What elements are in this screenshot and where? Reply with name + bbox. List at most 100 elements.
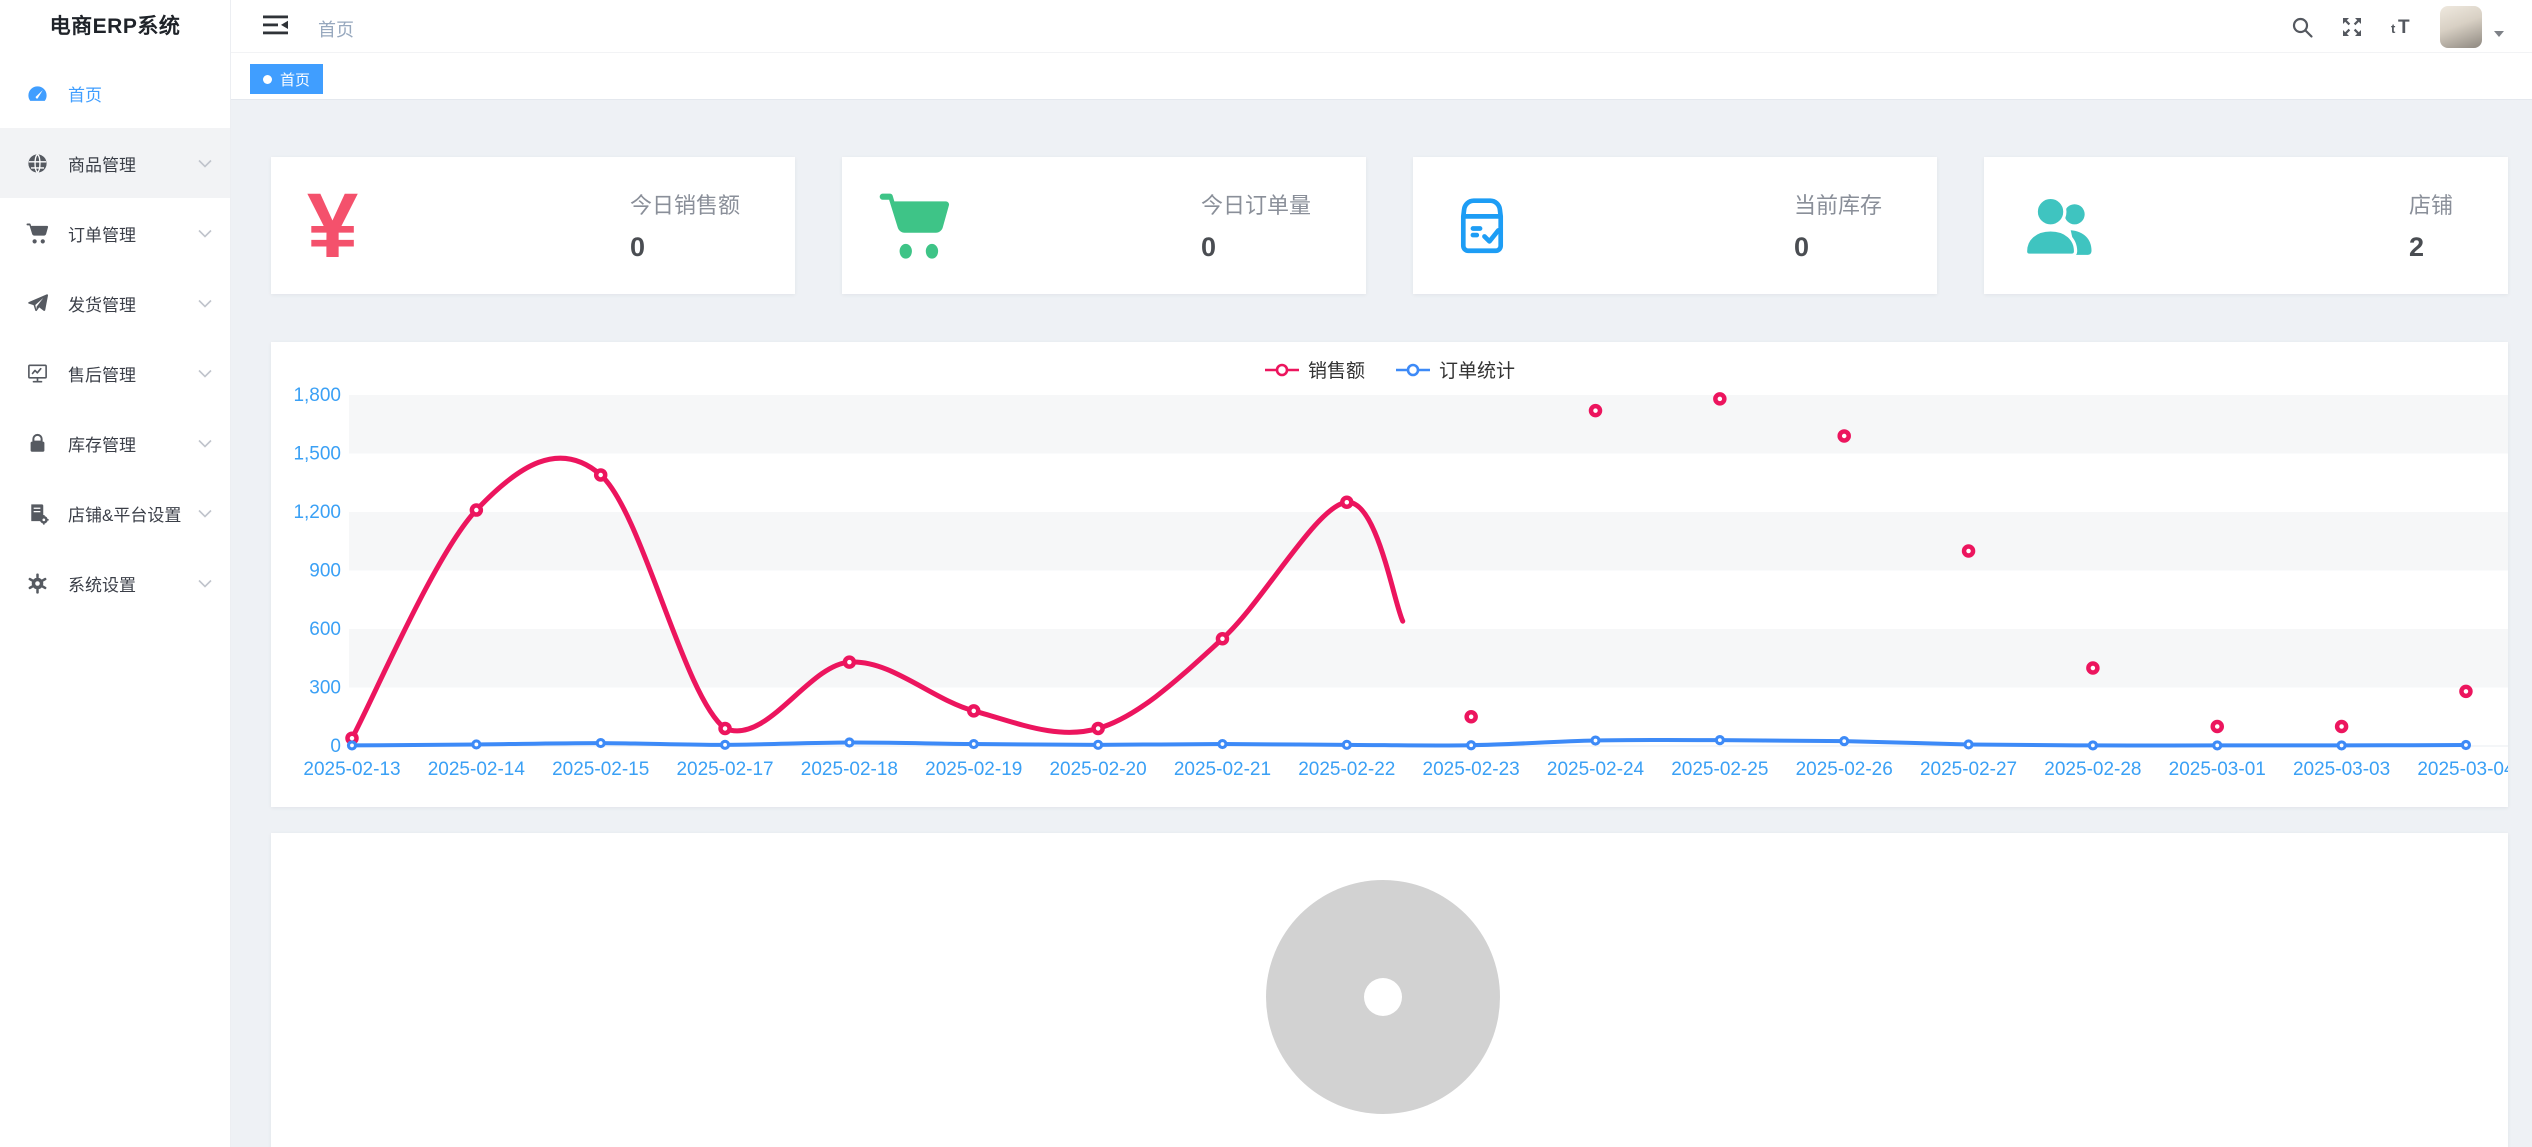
line-chart-card: 销售额 订单统计 03006009001,2001,5001,8002025-0…: [271, 342, 2508, 807]
stat-value: 0: [630, 232, 645, 263]
sidebar-item-label: 售后管理: [68, 361, 136, 386]
svg-text:2025-02-27: 2025-02-27: [1920, 759, 2017, 780]
lock-icon: [26, 432, 49, 455]
stats-row: ¥ 今日销售额 0 今日订单量 0 当前库存 0: [271, 157, 2508, 294]
avatar[interactable]: [2440, 6, 2482, 48]
stat-label: 今日销售额: [630, 188, 740, 220]
header: 首页 tT: [231, 0, 2532, 53]
svg-text:0: 0: [330, 736, 341, 757]
stat-value: 0: [1794, 232, 1809, 263]
svg-text:2025-02-17: 2025-02-17: [676, 759, 773, 780]
legend-item-orders[interactable]: 订单统计: [1395, 356, 1515, 383]
yen-icon: ¥: [307, 180, 407, 272]
dashboard-icon: [26, 82, 49, 105]
chevron-down-icon: [198, 223, 212, 243]
breadcrumb[interactable]: 首页: [318, 16, 354, 42]
chevron-down-icon: [198, 363, 212, 383]
font-size-icon[interactable]: tT: [2390, 15, 2414, 39]
stat-card-inventory: 当前库存 0: [1413, 157, 1937, 294]
svg-text:2025-02-13: 2025-02-13: [303, 759, 400, 780]
sidebar-item-label: 首页: [68, 81, 102, 106]
svg-text:t: t: [2391, 21, 2396, 36]
svg-text:1,800: 1,800: [293, 385, 341, 406]
svg-text:2025-02-15: 2025-02-15: [552, 759, 649, 780]
shop-settings-icon: [26, 502, 49, 525]
chevron-down-icon: [198, 153, 212, 173]
gear-icon: [26, 572, 49, 595]
tab-active-dot: [263, 75, 272, 84]
chevron-down-icon: [198, 293, 212, 313]
svg-text:2025-02-22: 2025-02-22: [1298, 759, 1395, 780]
chevron-down-icon: [198, 573, 212, 593]
pie-chart-card: [271, 833, 2508, 1147]
svg-text:2025-02-24: 2025-02-24: [1547, 759, 1645, 780]
stat-label: 今日订单量: [1201, 188, 1311, 220]
sidebar-item-shipping[interactable]: 发货管理: [0, 268, 230, 338]
sidebar-item-label: 订单管理: [68, 221, 136, 246]
tab-home[interactable]: 首页: [250, 64, 323, 94]
sidebar-item-orders[interactable]: 订单管理: [0, 198, 230, 268]
sidebar-toggle-button[interactable]: [263, 14, 289, 38]
sidebar-item-aftersales[interactable]: 售后管理: [0, 338, 230, 408]
svg-text:2025-02-19: 2025-02-19: [925, 759, 1022, 780]
svg-text:2025-02-23: 2025-02-23: [1423, 759, 1520, 780]
stat-value: 2: [2409, 232, 2424, 263]
search-icon[interactable]: [2290, 15, 2314, 39]
stat-card-orders: 今日订单量 0: [842, 157, 1366, 294]
chevron-down-icon: [198, 503, 212, 523]
legend-line-marker: [1264, 363, 1300, 377]
sidebar-item-label: 系统设置: [68, 571, 136, 596]
empty-donut-chart: [271, 833, 2508, 1147]
monitor-chart-icon: [26, 362, 49, 385]
legend-label: 订单统计: [1439, 356, 1515, 383]
sidebar-item-products[interactable]: 商品管理: [0, 128, 230, 198]
users-icon: [2020, 187, 2120, 265]
stat-card-shops: 店铺 2: [1984, 157, 2508, 294]
svg-text:900: 900: [309, 561, 341, 582]
cart-icon: [26, 222, 49, 245]
legend-item-sales[interactable]: 销售额: [1264, 356, 1365, 383]
caret-down-icon[interactable]: [2494, 31, 2504, 42]
stat-label: 当前库存: [1794, 188, 1882, 220]
stat-value: 0: [1201, 232, 1216, 263]
svg-text:2025-03-01: 2025-03-01: [2169, 759, 2266, 780]
fullscreen-icon[interactable]: [2340, 15, 2364, 39]
app-title: 电商ERP系统: [0, 0, 230, 53]
legend-label: 销售额: [1308, 356, 1365, 383]
svg-text:2025-02-20: 2025-02-20: [1049, 759, 1146, 780]
stat-card-sales: ¥ 今日销售额 0: [271, 157, 795, 294]
svg-text:1,500: 1,500: [293, 444, 341, 465]
tab-bar: 首页: [231, 53, 2532, 100]
sidebar-item-label: 库存管理: [68, 431, 136, 456]
sidebar-item-shop-settings[interactable]: 店铺&平台设置: [0, 478, 230, 548]
sidebar-item-label: 商品管理: [68, 151, 136, 176]
svg-text:1,200: 1,200: [293, 502, 341, 523]
svg-text:2025-02-14: 2025-02-14: [428, 759, 526, 780]
svg-text:2025-02-21: 2025-02-21: [1174, 759, 1271, 780]
header-tools: tT: [2290, 0, 2504, 53]
svg-text:2025-03-04: 2025-03-04: [2417, 759, 2508, 780]
svg-text:600: 600: [309, 619, 341, 640]
sidebar-item-home[interactable]: 首页: [0, 58, 230, 128]
sidebar-item-inventory[interactable]: 库存管理: [0, 408, 230, 478]
send-icon: [26, 292, 49, 315]
cart-icon: [878, 189, 978, 263]
svg-text:2025-02-28: 2025-02-28: [2044, 759, 2141, 780]
svg-text:T: T: [2398, 17, 2410, 38]
sidebar: 电商ERP系统 首页 商品管理 订单管理 发货管理: [0, 0, 231, 1147]
chevron-down-icon: [198, 433, 212, 453]
svg-text:2025-02-26: 2025-02-26: [1796, 759, 1893, 780]
svg-text:2025-02-18: 2025-02-18: [801, 759, 898, 780]
inventory-box-icon: [1449, 193, 1549, 259]
sidebar-item-system-settings[interactable]: 系统设置: [0, 548, 230, 618]
legend-line-marker: [1395, 363, 1431, 377]
sidebar-item-label: 店铺&平台设置: [68, 501, 181, 526]
sidebar-item-label: 发货管理: [68, 291, 136, 316]
stat-label: 店铺: [2409, 188, 2453, 220]
main-content: ¥ 今日销售额 0 今日订单量 0 当前库存 0: [231, 100, 2532, 1147]
sidebar-menu: 首页 商品管理 订单管理 发货管理 售: [0, 53, 230, 618]
chart-legend: 销售额 订单统计: [271, 356, 2508, 383]
tab-label: 首页: [280, 69, 310, 90]
globe-icon: [26, 152, 49, 175]
svg-text:2025-03-03: 2025-03-03: [2293, 759, 2390, 780]
